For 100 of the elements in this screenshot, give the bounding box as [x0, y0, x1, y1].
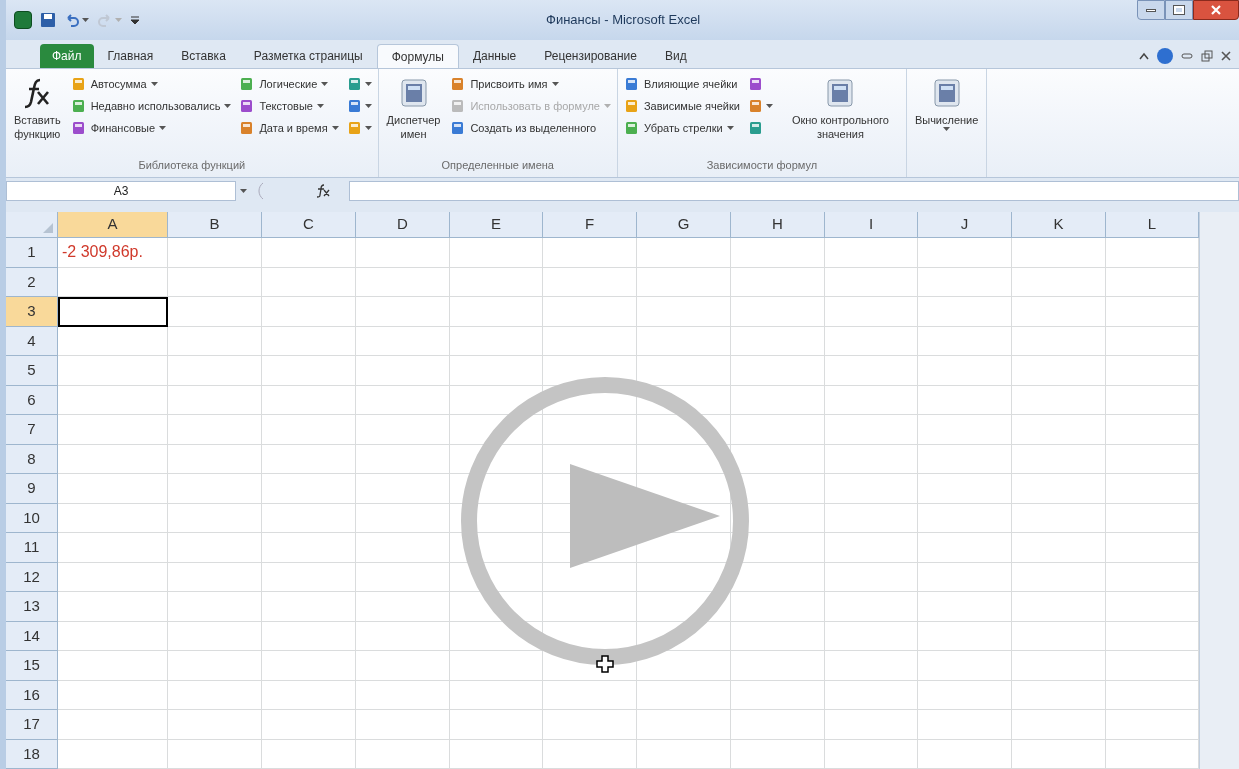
caret-icon [316, 104, 324, 108]
ribbon-button[interactable]: Финансовые [68, 117, 234, 139]
collapse-ribbon-icon[interactable] [1139, 52, 1149, 60]
vertical-scrollbar[interactable] [1199, 212, 1239, 769]
row-header[interactable]: 17 [6, 710, 58, 740]
row-header[interactable]: 7 [6, 415, 58, 445]
row-header[interactable]: 9 [6, 474, 58, 504]
column-header[interactable]: J [918, 212, 1012, 238]
row-header[interactable]: 8 [6, 444, 58, 474]
column-header[interactable]: E [450, 212, 543, 238]
formula-field[interactable] [349, 181, 1239, 201]
name-box[interactable]: A3 [6, 181, 236, 201]
ribbon-tab[interactable]: Рецензирование [530, 44, 651, 68]
ribbon-button[interactable]: Влияющие ячейки [621, 73, 742, 95]
row-header[interactable]: 5 [6, 356, 58, 386]
caret-icon [551, 82, 559, 86]
row-header[interactable]: 10 [6, 503, 58, 533]
book-icon [346, 120, 363, 136]
caret-icon [765, 104, 773, 108]
ribbon-tab[interactable]: Вставка [167, 44, 240, 68]
row-header[interactable]: 1 [6, 238, 58, 268]
row-header[interactable]: 18 [6, 739, 58, 769]
caret-icon [240, 189, 247, 193]
ribbon-button[interactable]: Дата и время [237, 117, 341, 139]
ribbon-button[interactable]: Окно контрольного значения [778, 73, 902, 141]
ribbon-button[interactable]: Недавно использовались [68, 95, 234, 117]
minimize-button[interactable] [1137, 0, 1165, 20]
save-icon[interactable] [40, 12, 56, 28]
book-icon [346, 76, 363, 92]
book-icon [346, 98, 363, 114]
row-header[interactable]: 4 [6, 326, 58, 356]
ribbon-tab[interactable]: Данные [458, 44, 531, 68]
row-header[interactable]: 6 [6, 385, 58, 415]
column-header[interactable]: B [168, 212, 262, 238]
ribbon-button[interactable]: Убрать стрелки [621, 117, 742, 139]
caret-icon [603, 104, 611, 108]
ribbon-tab[interactable]: Разметка страницы [239, 44, 377, 68]
ribbon-button[interactable]: Логические [237, 73, 341, 95]
row-header[interactable]: 3 [6, 297, 58, 327]
column-header[interactable]: I [825, 212, 918, 238]
ribbon-button[interactable]: Текстовые [237, 95, 341, 117]
column-header[interactable]: L [1106, 212, 1199, 238]
book-icon [747, 76, 764, 92]
column-header[interactable]: F [543, 212, 637, 238]
book-icon [623, 98, 640, 114]
maximize-button[interactable] [1165, 0, 1193, 20]
column-header[interactable]: D [356, 212, 450, 238]
undo-icon[interactable] [64, 12, 80, 28]
excel-logo-icon [14, 11, 32, 29]
caret-icon [364, 82, 372, 86]
column-header[interactable]: H [731, 212, 825, 238]
caret-icon [364, 126, 372, 130]
corner-triangle-icon [43, 223, 53, 233]
close-icon [1211, 5, 1221, 15]
ribbon-tab[interactable]: Главная [93, 44, 168, 68]
book-icon [623, 120, 640, 136]
ribbon-button[interactable]: Автосумма [68, 73, 234, 95]
table-cell: -2 309,86р. [58, 238, 168, 268]
column-header[interactable]: K [1012, 212, 1106, 238]
ribbon-button[interactable]: Диспетчер имен [382, 73, 445, 141]
caret-icon [115, 18, 122, 22]
column-header[interactable]: A [58, 212, 168, 238]
caret-icon [321, 82, 329, 86]
caret-icon [82, 18, 89, 22]
minimize-icon[interactable] [1181, 52, 1193, 60]
row-header[interactable]: 15 [6, 651, 58, 681]
row-header[interactable]: 14 [6, 621, 58, 651]
ribbon-button[interactable]: Вычисление [910, 73, 983, 131]
ribbon-button[interactable]: Создать из выделенного [448, 117, 613, 139]
restore-icon[interactable] [1201, 50, 1213, 62]
column-header[interactable]: C [262, 212, 356, 238]
book-icon [70, 120, 87, 136]
ribbon-button[interactable]: Зависимые ячейки [621, 95, 742, 117]
customize-caret-icon[interactable] [130, 15, 140, 25]
row-header[interactable]: 13 [6, 592, 58, 622]
row-header[interactable]: 16 [6, 680, 58, 710]
ribbon-tab[interactable]: Формулы [376, 44, 459, 68]
book-icon [70, 98, 87, 114]
caret-icon [364, 104, 372, 108]
ribbon-tab[interactable]: Вид [650, 44, 701, 68]
ribbon-button[interactable]: Вставить функцию [10, 73, 65, 141]
row-header[interactable]: 2 [6, 267, 58, 297]
help-icon[interactable] [1157, 48, 1173, 64]
caret-icon [943, 127, 951, 131]
group-label: Библиотека функций [137, 157, 247, 173]
row-header[interactable]: 12 [6, 562, 58, 592]
caret-icon [726, 126, 734, 130]
book-icon [623, 76, 640, 92]
ribbon-button[interactable]: Присвоить имя [448, 73, 613, 95]
group-label: Определенные имена [440, 157, 555, 173]
caret-icon [224, 104, 232, 108]
caret-icon [331, 126, 339, 130]
close-button[interactable] [1193, 0, 1239, 20]
row-header[interactable]: 11 [6, 533, 58, 563]
column-header[interactable]: G [637, 212, 731, 238]
close-icon[interactable] [1221, 51, 1231, 61]
caret-icon [159, 126, 167, 130]
cursor-icon [596, 655, 614, 673]
file-tab[interactable]: Файл [40, 44, 94, 68]
group-label: Зависимости формул [705, 157, 819, 173]
